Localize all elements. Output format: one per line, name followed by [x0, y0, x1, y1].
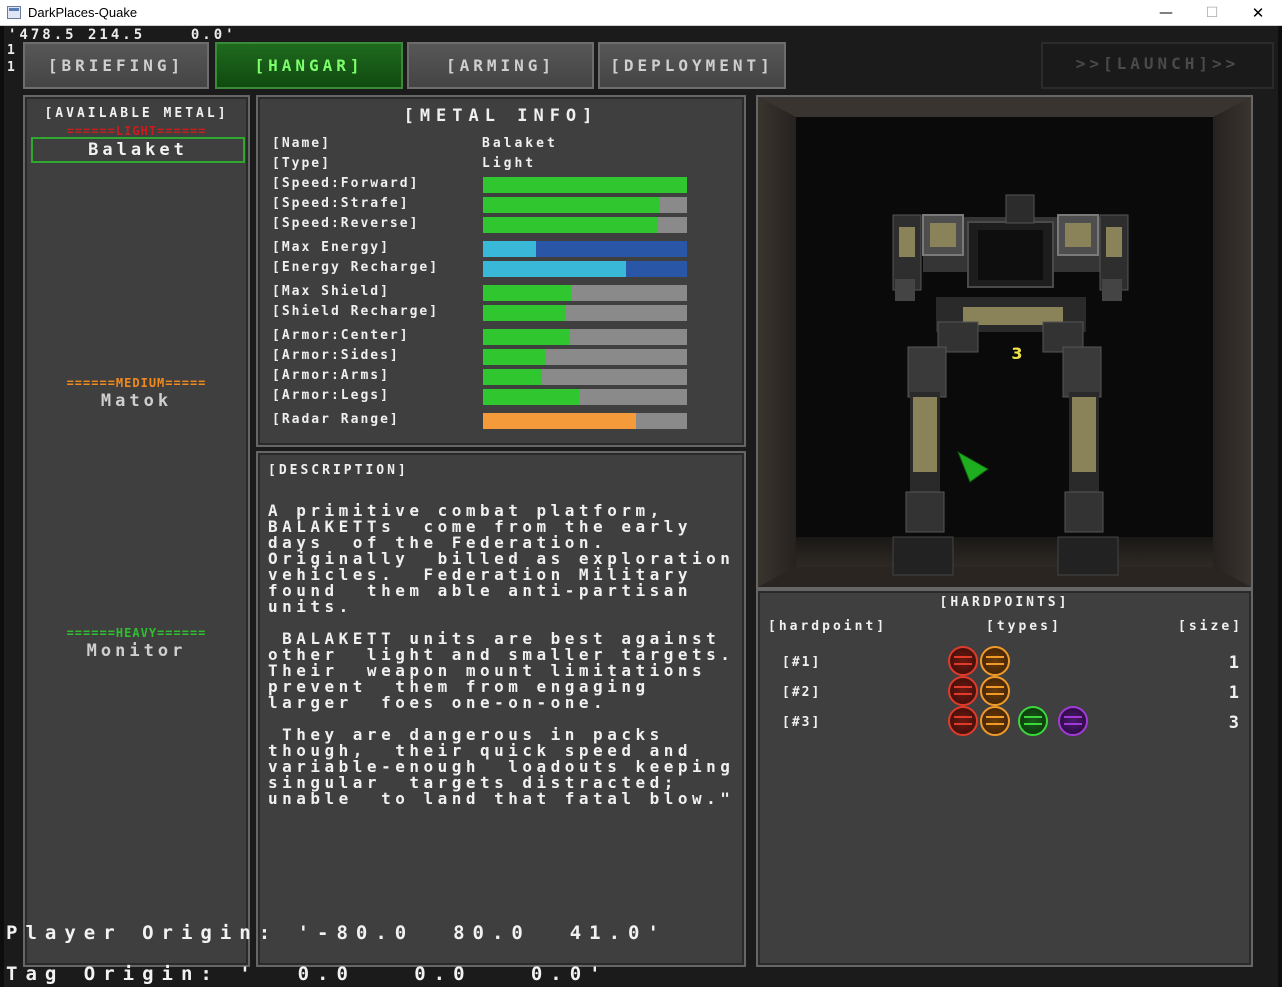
hardpoint-row-label: [#1]	[782, 655, 822, 670]
player-origin-readout: Player Origin: '-80.0 80.0 41.0'	[6, 922, 667, 944]
stat-label: [Speed:Strafe]	[272, 196, 410, 211]
hardpoints-panel: [HARDPOINTS] [hardpoint] [types] [size] …	[756, 589, 1253, 967]
stat-bar-fill	[483, 369, 543, 385]
category-light-header: ======LIGHT======	[66, 124, 207, 138]
hardpoint-column-header: [hardpoint]	[768, 619, 888, 634]
tag-origin-readout: Tag Origin: ' 0.0 0.0 0.0'	[6, 963, 609, 985]
minimize-button[interactable]: —	[1143, 0, 1189, 26]
size-column-header: [size]	[1178, 619, 1243, 634]
description-panel: [DESCRIPTION] A primitive combat platfor…	[256, 451, 746, 967]
stat-bar	[483, 285, 687, 301]
red-weapon-icon[interactable]	[948, 676, 978, 706]
stat-bar-fill	[483, 329, 569, 345]
stat-bar	[483, 329, 687, 345]
stat-bar-fill	[483, 197, 661, 213]
mech-preview-render: 3	[758, 97, 1251, 587]
maximize-button[interactable]: ☐	[1189, 0, 1235, 26]
available-metal-title: [AVAILABLE METAL]	[44, 106, 229, 121]
stat-label: [Radar Range]	[272, 412, 400, 427]
orange-weapon-icon[interactable]	[980, 676, 1010, 706]
category-medium-header: ======MEDIUM=====	[66, 376, 207, 390]
type-value: Light	[482, 156, 537, 171]
stat-label: [Max Shield]	[272, 284, 390, 299]
debug-line-1: 1	[7, 43, 18, 58]
red-weapon-icon[interactable]	[948, 646, 978, 676]
purple-weapon-icon[interactable]	[1058, 706, 1088, 736]
debug-line-2: 1	[7, 60, 18, 75]
metal-matok-button[interactable]: Matok	[25, 391, 248, 411]
window-titlebar: DarkPlaces-Quake — ☐ ✕	[0, 0, 1282, 26]
metal-balaket-button[interactable]: Balaket	[31, 137, 245, 163]
orange-weapon-icon[interactable]	[980, 706, 1010, 736]
hardpoint-row-label: [#3]	[782, 715, 822, 730]
metal-balaket-label: Balaket	[88, 140, 188, 160]
description-title: [DESCRIPTION]	[268, 463, 409, 478]
metal-info-title: [METAL INFO]	[403, 106, 599, 126]
orange-weapon-icon[interactable]	[980, 646, 1010, 676]
stat-bar	[483, 305, 687, 321]
stat-label: [Armor:Legs]	[272, 388, 390, 403]
stat-label: [Max Energy]	[272, 240, 390, 255]
stat-bar	[483, 349, 687, 365]
hardpoint-size: 3	[1228, 713, 1239, 733]
stat-bar	[483, 177, 687, 193]
stat-bar	[483, 197, 687, 213]
stat-label: [Speed:Forward]	[272, 176, 420, 191]
stat-bar-fill	[483, 261, 626, 277]
hardpoint-row-label: [#2]	[782, 685, 822, 700]
stat-bar-fill	[483, 413, 636, 429]
green-weapon-icon[interactable]	[1018, 706, 1048, 736]
stat-bar-fill	[483, 285, 571, 301]
app-icon	[7, 6, 21, 19]
stat-bar	[483, 413, 687, 429]
category-heavy-header: ======HEAVY======	[66, 626, 207, 640]
stat-label: [Armor:Sides]	[272, 348, 400, 363]
stat-label: [Armor:Arms]	[272, 368, 390, 383]
description-paragraph-3: They are dangerous in packs though, thei…	[268, 725, 735, 808]
stat-bar	[483, 241, 687, 257]
metal-monitor-button[interactable]: Monitor	[25, 641, 248, 661]
stat-bar-fill	[483, 217, 659, 233]
stat-bar	[483, 261, 687, 277]
hardpoint-size: 1	[1228, 683, 1239, 703]
stat-bar	[483, 389, 687, 405]
stat-label: [Armor:Center]	[272, 328, 410, 343]
hardpoints-title: [HARDPOINTS]	[939, 595, 1070, 610]
window-title: DarkPlaces-Quake	[28, 5, 138, 20]
stat-bar	[483, 217, 687, 233]
mech-hardpoint-marker: 3	[1011, 344, 1022, 363]
mech-preview-panel: 3	[756, 95, 1253, 589]
debug-coords: '478.5 214.5 0.0'	[8, 27, 237, 43]
stat-bar-fill	[483, 177, 687, 193]
metal-info-panel: [METAL INFO] [Name] Balaket [Type] Light…	[256, 95, 746, 447]
tab-deployment[interactable]: [DEPLOYMENT]	[598, 42, 786, 89]
red-weapon-icon[interactable]	[948, 706, 978, 736]
description-paragraph-1: A primitive combat platform, BALAKETTs c…	[268, 501, 735, 616]
tab-launch[interactable]: >>[LAUNCH]>>	[1041, 42, 1274, 89]
type-label: [Type]	[272, 156, 331, 171]
close-button[interactable]: ✕	[1235, 0, 1281, 26]
description-paragraph-2: BALAKETT units are best against other li…	[268, 629, 735, 712]
game-viewport: '478.5 214.5 0.0' 1 1 [BRIEFING] [HANGAR…	[0, 26, 1282, 987]
stat-label: [Shield Recharge]	[272, 304, 440, 319]
tab-briefing[interactable]: [BRIEFING]	[23, 42, 209, 89]
name-label: [Name]	[272, 136, 331, 151]
types-column-header: [types]	[986, 619, 1062, 634]
stat-bar-fill	[483, 349, 547, 365]
hardpoint-size: 1	[1228, 653, 1239, 673]
stat-label: [Energy Recharge]	[272, 260, 440, 275]
tab-arming[interactable]: [ARMING]	[407, 42, 594, 89]
tab-hangar[interactable]: [HANGAR]	[215, 42, 403, 89]
stat-bar-fill	[483, 389, 579, 405]
available-metal-panel: [AVAILABLE METAL] ======LIGHT====== Bala…	[23, 95, 250, 967]
stat-bar-fill	[483, 305, 565, 321]
stat-label: [Speed:Reverse]	[272, 216, 420, 231]
stat-bar	[483, 369, 687, 385]
stat-bar-fill	[483, 241, 537, 257]
name-value: Balaket	[482, 136, 558, 151]
